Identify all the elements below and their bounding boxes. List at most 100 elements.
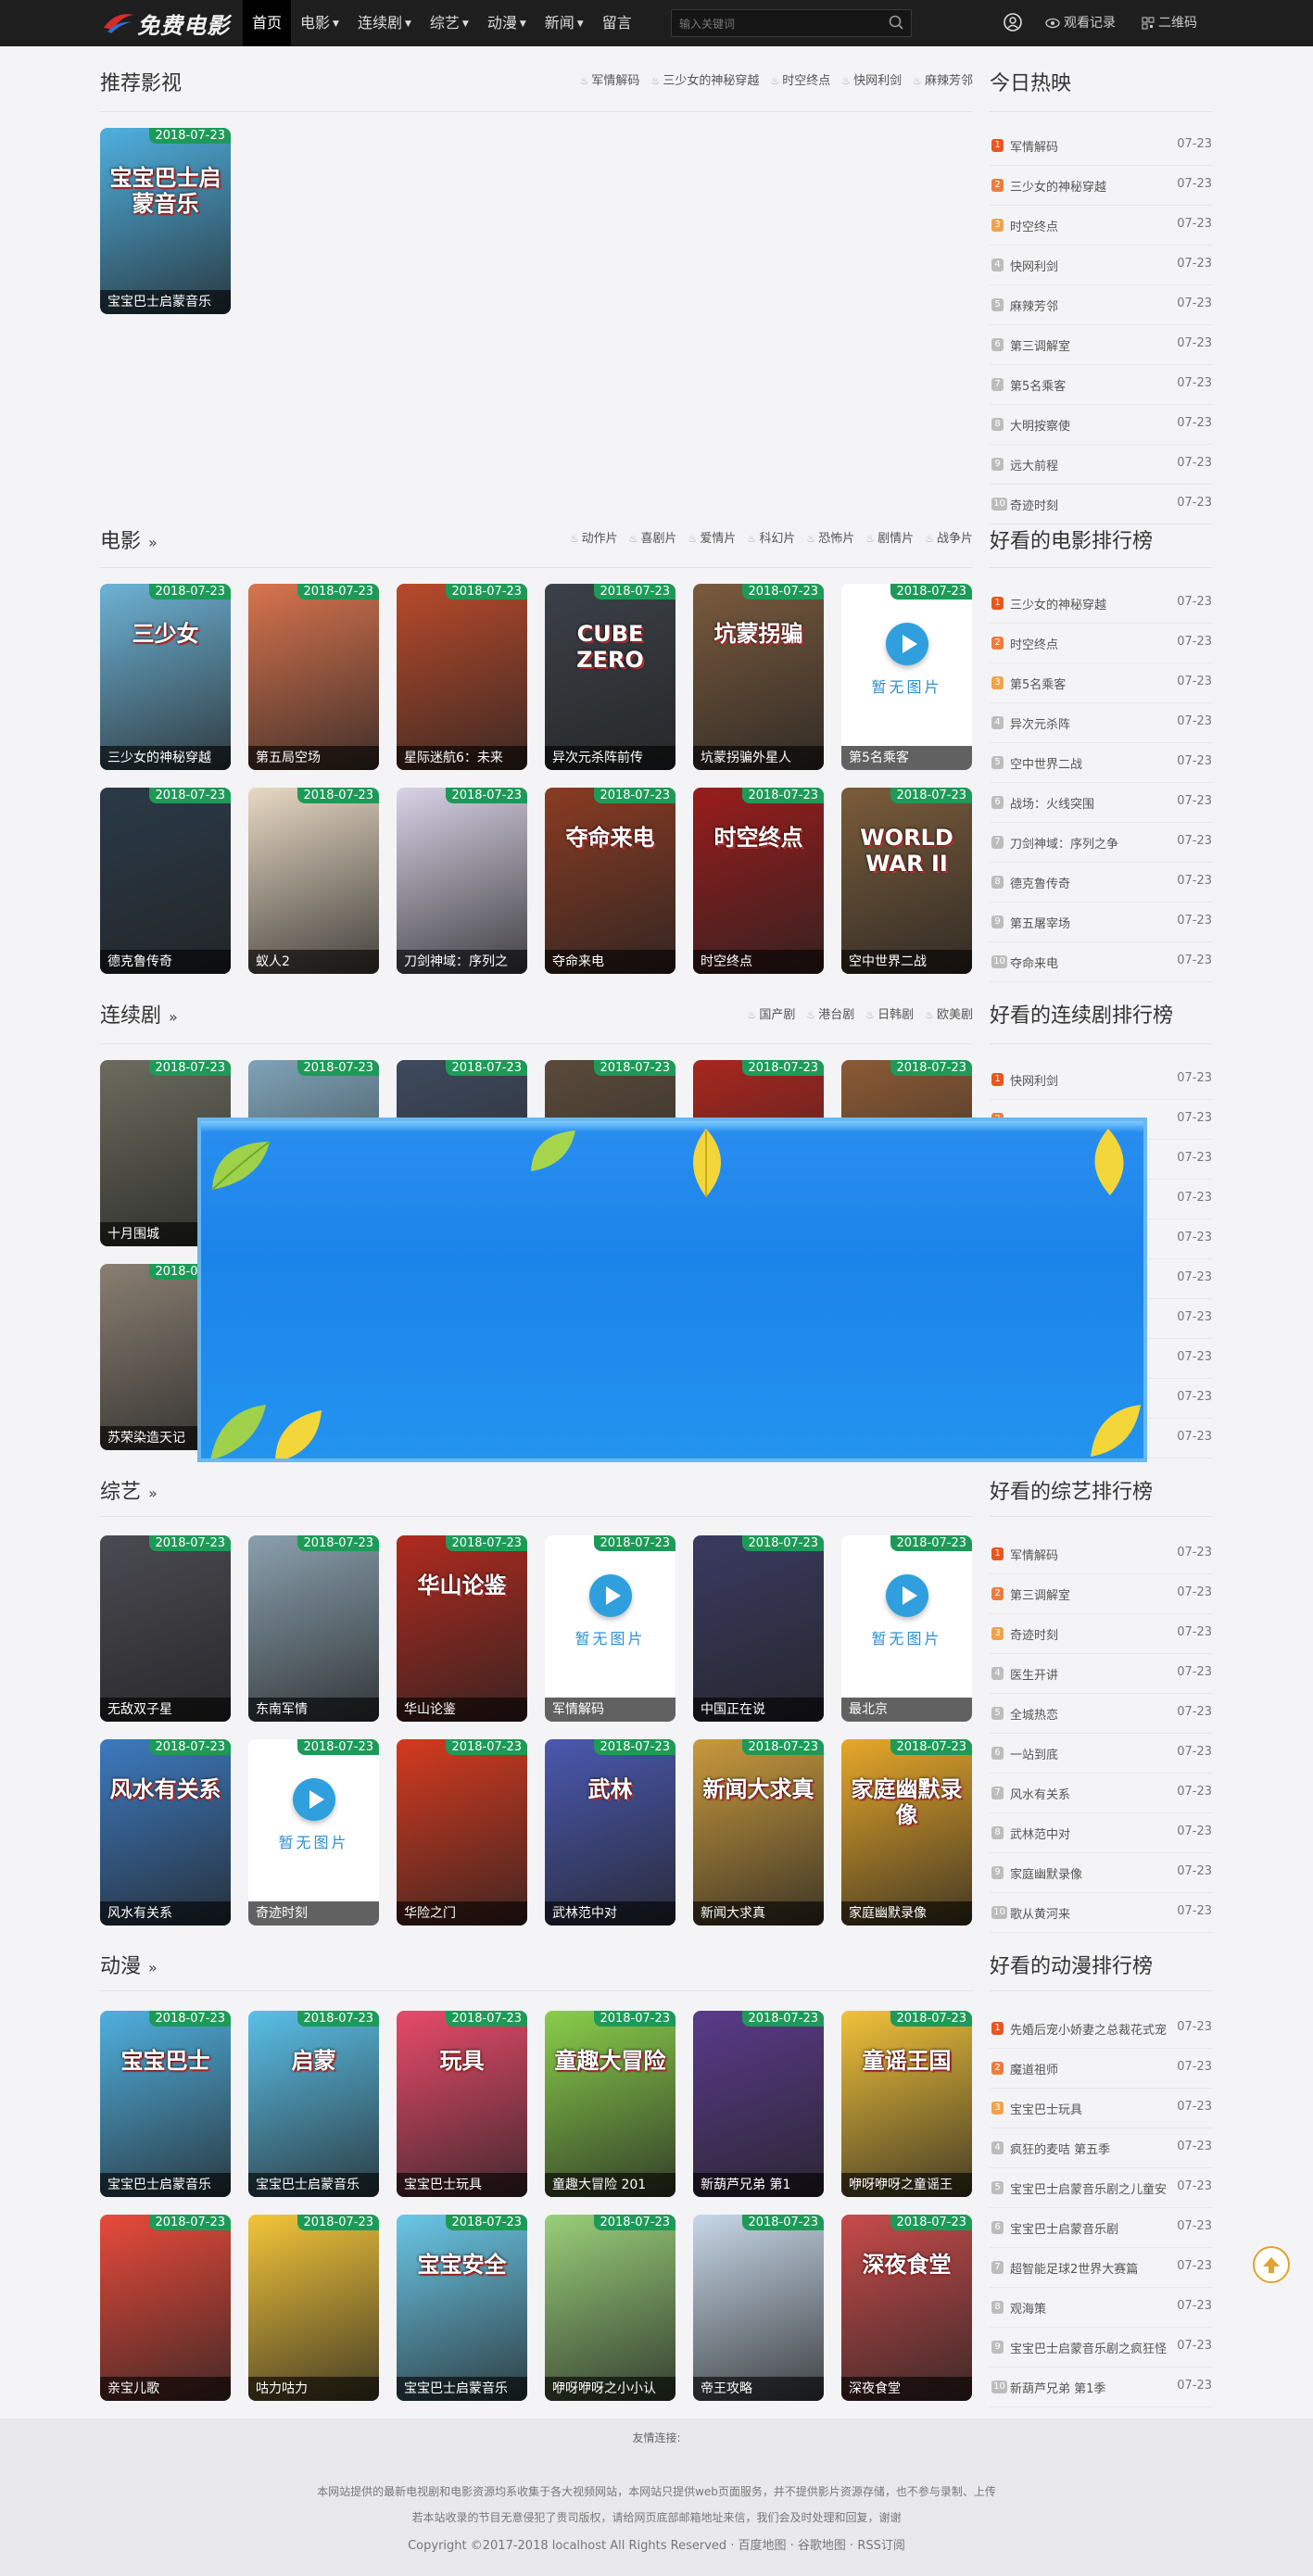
nav-item-2[interactable]: 连续剧 ▼: [348, 0, 421, 46]
rank-title[interactable]: 宝宝巴士玩具: [1010, 2100, 1168, 2117]
rank-title[interactable]: 家庭幽默录像: [1010, 1864, 1168, 1882]
video-card[interactable]: 暂无图片 2018-07-23 第5名乘客: [841, 584, 972, 770]
video-title[interactable]: 咕力咕力: [248, 2377, 379, 2401]
video-title[interactable]: 咿呀咿呀之童谣王: [841, 2173, 972, 2197]
site-logo[interactable]: 免费电影: [102, 4, 241, 41]
rank-item[interactable]: 1 三少女的神秘穿越 07-23: [990, 584, 1212, 624]
rank-item[interactable]: 5 全城热恋 07-23: [990, 1694, 1212, 1734]
nav-item-4[interactable]: 动漫 ▼: [478, 0, 536, 46]
video-card[interactable]: 2018-07-23 德克鲁传奇: [100, 788, 231, 974]
qrcode-link[interactable]: 二维码: [1142, 0, 1197, 46]
video-card[interactable]: 风水有关系 2018-07-23 风水有关系: [100, 1739, 231, 1926]
category-tag[interactable]: ♨ 爱情片: [688, 528, 737, 550]
rank-title[interactable]: 战场：火线突围: [1010, 794, 1168, 812]
video-title[interactable]: 时空终点: [693, 950, 824, 974]
rank-title[interactable]: 异次元杀阵: [1010, 714, 1168, 732]
rank-item[interactable]: 6 第三调解室 07-23: [990, 325, 1212, 365]
category-tag[interactable]: ♨ 麻辣芳邻: [913, 70, 973, 93]
video-title[interactable]: 亲宝儿歌: [100, 2377, 231, 2401]
video-card[interactable]: 2018-07-23 华险之门: [397, 1739, 527, 1926]
rank-title[interactable]: 夺命来电: [1010, 953, 1168, 971]
rank-title[interactable]: 大明按察使: [1010, 416, 1168, 434]
variety-more-link[interactable]: »: [148, 1484, 158, 1502]
rank-title[interactable]: 快网利剑: [1010, 1071, 1168, 1089]
category-tag[interactable]: ♨ 国产剧: [747, 1004, 795, 1027]
rank-item[interactable]: 1 先婚后宠小娇妻之总裁花式宠 07-23: [990, 2009, 1212, 2049]
rank-item[interactable]: 1 快网利剑 07-23: [990, 1060, 1212, 1100]
category-tag[interactable]: ♨ 动作片: [570, 528, 618, 550]
category-tag[interactable]: ♨ 时空终点: [770, 70, 830, 93]
category-tag[interactable]: ♨ 欧美剧: [925, 1004, 973, 1027]
rank-title[interactable]: 第三调解室: [1010, 336, 1168, 354]
category-tag[interactable]: ♨ 科幻片: [747, 528, 795, 550]
video-card[interactable]: 夺命来电 2018-07-23 夺命来电: [545, 788, 675, 974]
rank-item[interactable]: 5 麻辣芳邻 07-23: [990, 285, 1212, 325]
rank-title[interactable]: 远大前程: [1010, 456, 1168, 474]
rank-item[interactable]: 4 疯狂的麦咭 第五季 07-23: [990, 2128, 1212, 2168]
video-title[interactable]: 最北京: [841, 1698, 972, 1722]
rank-title[interactable]: 观海策: [1010, 2299, 1168, 2317]
rank-title[interactable]: 一站到底: [1010, 1745, 1168, 1762]
video-title[interactable]: 三少女的神秘穿越: [100, 746, 231, 770]
rank-item[interactable]: 6 一站到底 07-23: [990, 1734, 1212, 1774]
video-card[interactable]: 2018-07-23 第五局空场: [248, 584, 379, 770]
video-card[interactable]: 时空终点 2018-07-23 时空终点: [693, 788, 824, 974]
video-title[interactable]: 中国正在说: [693, 1698, 824, 1722]
rank-item[interactable]: 5 宝宝巴士启蒙音乐剧之儿童安 07-23: [990, 2168, 1212, 2208]
rank-title[interactable]: 军情解码: [1010, 137, 1168, 155]
video-card[interactable]: 童趣大冒险 2018-07-23 童趣大冒险 201: [545, 2011, 675, 2197]
video-card[interactable]: 新闻大求真 2018-07-23 新闻大求真: [693, 1739, 824, 1926]
category-tag[interactable]: ♨ 恐怖片: [806, 528, 854, 550]
rank-title[interactable]: 歌从黄河来: [1010, 1904, 1168, 1922]
category-tag[interactable]: ♨ 军情解码: [580, 70, 640, 93]
video-card[interactable]: 2018-07-23 亲宝儿歌: [100, 2215, 231, 2401]
rank-title[interactable]: 先婚后宠小娇妻之总裁花式宠: [1010, 2020, 1168, 2038]
back-to-top-button[interactable]: [1253, 2246, 1290, 2283]
video-title[interactable]: 童趣大冒险 201: [545, 2173, 675, 2197]
rank-item[interactable]: 3 宝宝巴士玩具 07-23: [990, 2089, 1212, 2128]
rank-title[interactable]: 奇迹时刻: [1010, 496, 1168, 513]
video-card[interactable]: 2018-07-23 咕力咕力: [248, 2215, 379, 2401]
video-card[interactable]: 玩具 2018-07-23 宝宝巴士玩具: [397, 2011, 527, 2197]
video-card[interactable]: 暂无图片 2018-07-23 军情解码: [545, 1535, 675, 1722]
rank-item[interactable]: 2 第三调解室 07-23: [990, 1574, 1212, 1614]
search-icon[interactable]: [887, 13, 907, 33]
rank-item[interactable]: 7 风水有关系 07-23: [990, 1774, 1212, 1813]
video-title[interactable]: 风水有关系: [100, 1901, 231, 1926]
rank-item[interactable]: 9 第五屠宰场 07-23: [990, 903, 1212, 942]
video-title[interactable]: 宝宝巴士玩具: [397, 2173, 527, 2197]
rank-item[interactable]: 4 快网利剑 07-23: [990, 246, 1212, 285]
rank-title[interactable]: 快网利剑: [1010, 257, 1168, 274]
video-card[interactable]: 深夜食堂 2018-07-23 深夜食堂: [841, 2215, 972, 2401]
nav-item-5[interactable]: 新闻 ▼: [536, 0, 593, 46]
category-tag[interactable]: ♨ 三少女的神秘穿越: [650, 70, 759, 93]
video-title[interactable]: 德克鲁传奇: [100, 950, 231, 974]
video-title[interactable]: 家庭幽默录像: [841, 1901, 972, 1926]
rank-item[interactable]: 6 宝宝巴士启蒙音乐剧 07-23: [990, 2208, 1212, 2248]
rank-title[interactable]: 全城热恋: [1010, 1705, 1168, 1723]
anime-more-link[interactable]: »: [148, 1959, 158, 1976]
video-title[interactable]: 空中世界二战: [841, 950, 972, 974]
video-card[interactable]: 宝宝巴士 2018-07-23 宝宝巴士启蒙音乐: [100, 2011, 231, 2197]
rank-item[interactable]: 5 空中世界二战 07-23: [990, 743, 1212, 783]
rank-item[interactable]: 3 第5名乘客 07-23: [990, 663, 1212, 703]
video-card[interactable]: WORLD WAR II 2018-07-23 空中世界二战: [841, 788, 972, 974]
video-card[interactable]: 暂无图片 2018-07-23 最北京: [841, 1535, 972, 1722]
video-card[interactable]: 家庭幽默录像 2018-07-23 家庭幽默录像: [841, 1739, 972, 1926]
user-icon[interactable]: [1003, 12, 1023, 32]
video-card[interactable]: 暂无图片 2018-07-23 奇迹时刻: [248, 1739, 379, 1926]
video-title[interactable]: 新闻大求真: [693, 1901, 824, 1926]
rank-title[interactable]: 三少女的神秘穿越: [1010, 595, 1168, 612]
video-card[interactable]: 三少女 2018-07-23 三少女的神秘穿越: [100, 584, 231, 770]
video-card[interactable]: 2018-07-23 刀剑神域：序列之: [397, 788, 527, 974]
series-title[interactable]: 连续剧 »: [100, 999, 178, 1029]
rank-item[interactable]: 10 夺命来电 07-23: [990, 942, 1212, 982]
video-title[interactable]: 无敌双子星: [100, 1698, 231, 1722]
rank-title[interactable]: 奇迹时刻: [1010, 1625, 1168, 1643]
video-card[interactable]: 童谣王国 2018-07-23 咿呀咿呀之童谣王: [841, 2011, 972, 2197]
video-card[interactable]: 2018-07-23 东南军情: [248, 1535, 379, 1722]
rank-title[interactable]: 魔道祖师: [1010, 2060, 1168, 2077]
rank-item[interactable]: 9 家庭幽默录像 07-23: [990, 1853, 1212, 1893]
rank-item[interactable]: 10 歌从黄河来 07-23: [990, 1893, 1212, 1933]
rank-item[interactable]: 9 宝宝巴士启蒙音乐剧之疯狂怪 07-23: [990, 2328, 1212, 2368]
